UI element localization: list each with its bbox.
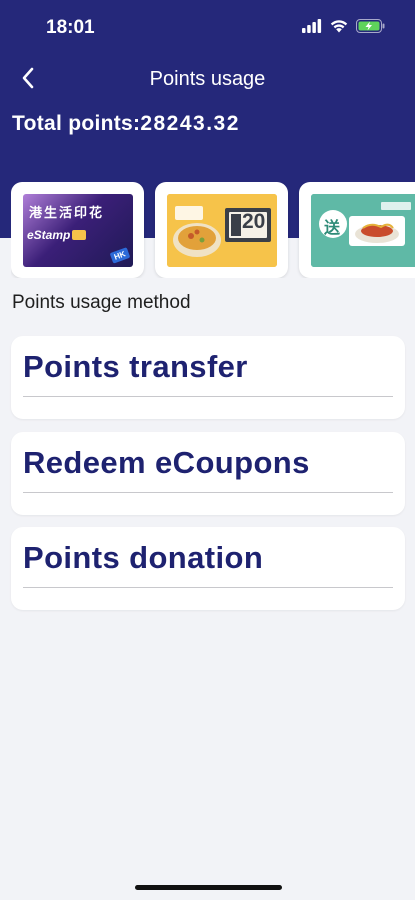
status-icons [302, 19, 385, 38]
home-indicator[interactable] [135, 885, 282, 890]
battery-charging-icon [356, 19, 385, 38]
divider [23, 492, 393, 493]
status-bar: 18:01 [0, 0, 415, 56]
coupon-20-image: 20 [167, 194, 277, 267]
coupon-20-card[interactable]: 20 [155, 182, 288, 278]
points-transfer-button[interactable]: Points transfer [11, 336, 405, 419]
section-label: Points usage method [12, 292, 191, 313]
estamp-title-cn: 港生活印花 [29, 206, 105, 221]
gift-badge-cn: 送 [324, 218, 341, 237]
total-points-label: Total points: [12, 112, 141, 135]
divider [23, 396, 393, 397]
redeem-ecoupons-button[interactable]: Redeem eCoupons [11, 432, 405, 515]
total-points: Total points:28243.32 [12, 112, 240, 136]
total-points-value: 28243.32 [140, 112, 240, 135]
estamp-brand-text: eStamp [27, 228, 71, 242]
estamp-badge: HK [110, 247, 131, 264]
estamp-image: 港生活印花 eStamp HK [23, 194, 133, 267]
redeem-ecoupons-label: Redeem eCoupons [23, 445, 310, 480]
cellular-signal-icon [302, 19, 322, 38]
points-donation-button[interactable]: Points donation [11, 527, 405, 610]
estamp-brand: eStamp [27, 228, 87, 242]
coupon-amount: 20 [242, 210, 266, 233]
page-title: Points usage [149, 68, 266, 90]
divider [23, 587, 393, 588]
gift-coupon-image: 送 [311, 194, 415, 267]
nav-bar: Points usage [0, 60, 415, 102]
points-transfer-label: Points transfer [23, 349, 248, 384]
estamp-yellow-tag [72, 230, 87, 240]
wifi-icon [330, 19, 348, 38]
points-donation-label: Points donation [23, 540, 264, 575]
status-time: 18:01 [46, 17, 95, 38]
gift-coupon-card[interactable]: 送 [299, 182, 415, 278]
promo-card-carousel[interactable]: 港生活印花 eStamp HK 20 送 [11, 182, 415, 278]
estamp-card[interactable]: 港生活印花 eStamp HK [11, 182, 144, 278]
